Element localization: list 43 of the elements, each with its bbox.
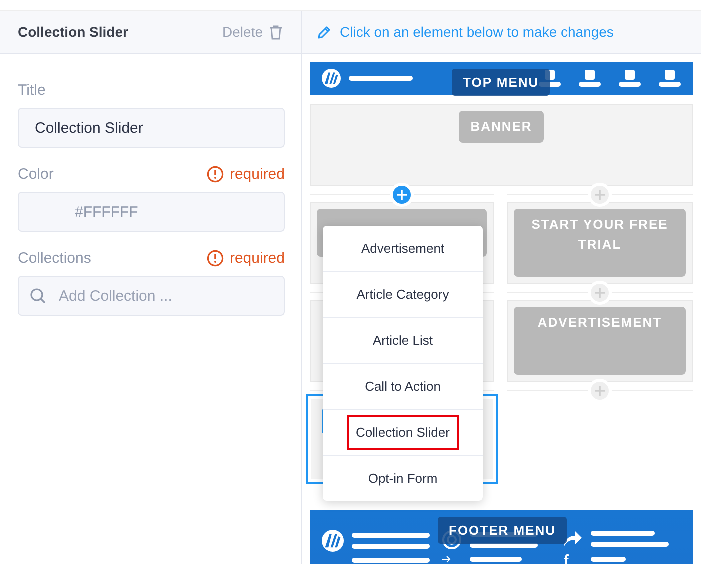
- arrow-icon: [442, 556, 452, 563]
- share-icon: [562, 530, 583, 548]
- pencil-icon: [317, 24, 332, 40]
- block-label: BANNER: [458, 111, 544, 143]
- warning-icon: [206, 166, 224, 182]
- text-line: [349, 76, 413, 81]
- facebook-icon: [562, 554, 569, 564]
- text-line: [590, 556, 626, 562]
- person-icon: [659, 70, 681, 88]
- warning-icon: [206, 250, 224, 266]
- text-line: [590, 531, 655, 536]
- required-note: required: [206, 250, 285, 266]
- add-icon[interactable]: [390, 183, 414, 207]
- menu-item[interactable]: Article Category: [348, 277, 458, 312]
- block-label: START YOUR FREE TRIAL: [514, 209, 686, 277]
- menu-item[interactable]: Article List: [364, 323, 442, 358]
- section-label: TOP MENU: [452, 69, 550, 96]
- required-note: required: [206, 166, 285, 182]
- add-icon[interactable]: [588, 281, 612, 305]
- menu-item[interactable]: Collection Slider: [347, 415, 459, 450]
- menu-item[interactable]: Advertisement: [352, 231, 454, 266]
- footer-bar[interactable]: FOOTER MENU: [310, 510, 693, 564]
- search-field[interactable]: Add Collection ...: [18, 276, 285, 316]
- trash-icon: [269, 24, 283, 40]
- field-label: Title: [18, 82, 46, 98]
- menu-item[interactable]: Call to Action: [356, 369, 450, 404]
- logo-icon: [322, 69, 341, 88]
- field-label: Collections: [18, 250, 92, 266]
- field-label: Color: [18, 166, 54, 182]
- logo-icon: [322, 530, 344, 552]
- block-label: ADVERTISEMENT: [514, 307, 686, 375]
- person-icon: [579, 70, 601, 88]
- search-icon: [30, 288, 46, 304]
- text-line: [470, 557, 522, 562]
- input-field[interactable]: Collection Slider: [18, 108, 285, 148]
- top-menu-bar[interactable]: TOP MENU: [310, 62, 693, 95]
- menu-item[interactable]: Opt-in Form: [359, 461, 447, 496]
- add-icon[interactable]: [588, 183, 612, 207]
- add-icon[interactable]: [588, 379, 612, 403]
- instruction-text: Click on an element below to make changes: [340, 24, 614, 40]
- person-icon: [619, 70, 641, 88]
- panel-title: Collection Slider: [18, 24, 128, 40]
- section-label: FOOTER MENU: [438, 517, 568, 544]
